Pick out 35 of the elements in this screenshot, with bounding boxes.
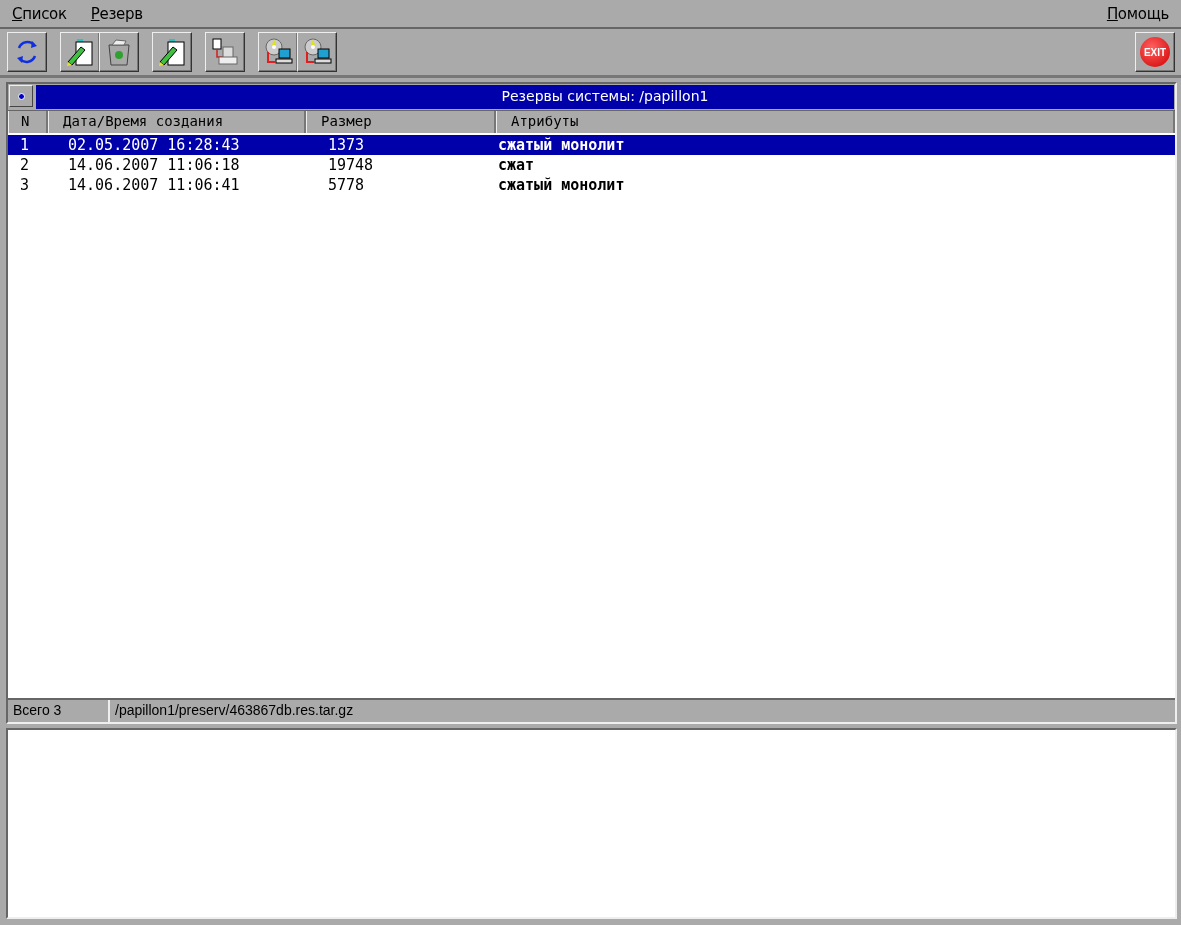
edit-button[interactable] xyxy=(152,32,192,72)
table-row[interactable]: 3 14.06.2007 11:06:41 5778 сжатый монолит xyxy=(8,175,1175,195)
trash-button[interactable] xyxy=(99,32,139,72)
restore-button[interactable] xyxy=(258,32,298,72)
table-cell-text: 14.06.2007 11:06:18 xyxy=(67,156,241,174)
table-cell-text: 14.06.2007 11:06:41 xyxy=(67,176,241,194)
print-button[interactable] xyxy=(205,32,245,72)
pencil-document-icon xyxy=(157,37,187,67)
table-cell-text: сжатый монолит xyxy=(498,176,626,194)
table-cell-text: сжат xyxy=(498,156,536,174)
table-cell-text: 1 xyxy=(19,136,31,154)
status-count: Всего 3 xyxy=(8,700,110,722)
help-menu[interactable]: Помощь xyxy=(1106,4,1169,23)
status-path: /papillon1/preserv/463867db.res.tar.gz xyxy=(114,701,355,720)
menu-item[interactable]: Резерв xyxy=(90,4,143,23)
menu-item[interactable]: Список xyxy=(12,4,67,23)
table-row[interactable]: 2 14.06.2007 11:06:18 19748 сжат xyxy=(8,155,1175,175)
refresh-button[interactable] xyxy=(7,32,47,72)
table-cell-text: сжатый монолит xyxy=(498,136,626,154)
disc-computer-icon xyxy=(263,37,293,67)
table-cell-text: 3 xyxy=(19,176,31,194)
table-cell-text: 1373 xyxy=(328,136,366,154)
disc-computer-icon xyxy=(302,37,332,67)
panel-title: Резервы системы: /papillon1 xyxy=(36,85,1174,109)
table-cell-text: 2 xyxy=(19,156,31,174)
table-row[interactable]: 1 02.05.2007 16:28:43 1373 сжатый монолит xyxy=(8,135,1175,155)
exit-button[interactable]: EXIT xyxy=(1135,32,1175,72)
printer-icon xyxy=(210,37,240,67)
restore-button[interactable] xyxy=(297,32,337,72)
table-cell-text: 02.05.2007 16:28:43 xyxy=(67,136,241,154)
table-cell-text: 19748 xyxy=(328,156,375,174)
edit-button[interactable] xyxy=(60,32,100,72)
table-cell-text: 5778 xyxy=(328,176,366,194)
pencil-document-icon xyxy=(65,37,95,67)
window-menu-button[interactable] xyxy=(9,85,33,107)
